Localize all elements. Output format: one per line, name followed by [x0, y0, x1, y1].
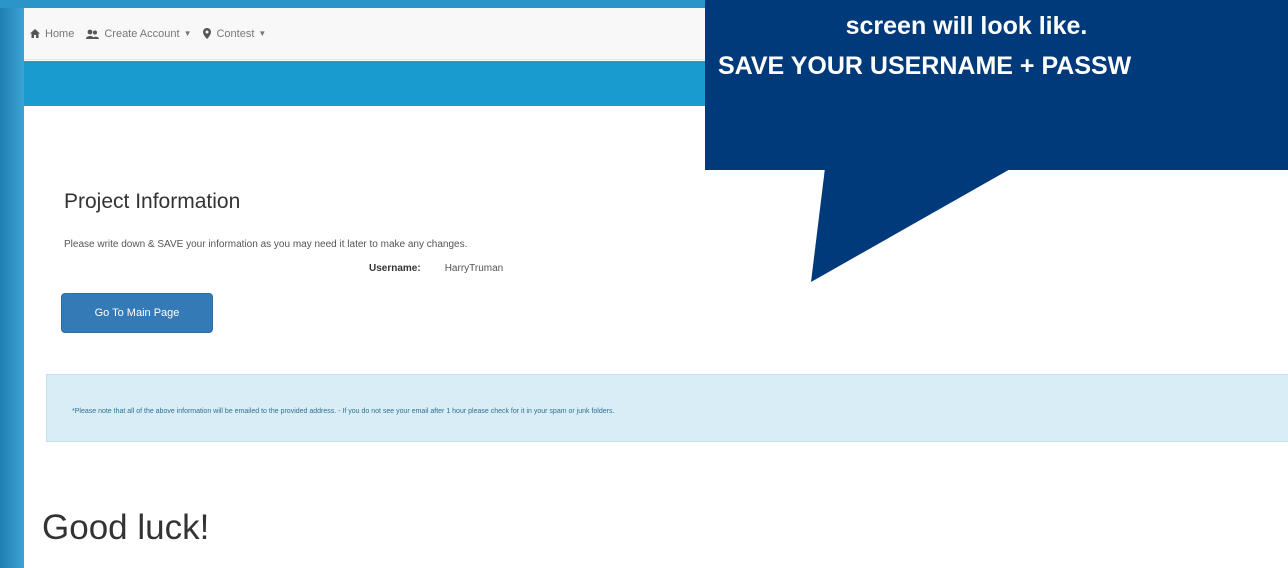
username-value: HarryTruman [444, 263, 504, 274]
username-row: Username: HarryTruman [369, 263, 503, 274]
left-page-border [0, 0, 24, 568]
chevron-down-icon: ▼ [183, 29, 192, 38]
nav-contest-label: Contest [216, 27, 255, 40]
page-title: Project Information [64, 190, 241, 213]
instructions-text: Please write down & SAVE your informatio… [64, 239, 468, 250]
email-notice-alert: *Please note that all of the above infor… [46, 374, 1288, 442]
users-icon [86, 29, 100, 39]
home-icon [30, 29, 40, 38]
good-luck-heading: Good luck! [42, 508, 210, 547]
nav-create-account[interactable]: Create Account ▼ [86, 28, 191, 40]
go-to-main-page-button[interactable]: Go To Main Page [61, 293, 213, 333]
nav-contest[interactable]: Contest ▼ [203, 28, 266, 40]
chevron-down-icon: ▼ [258, 29, 267, 38]
callout-line-1: screen will look like. [845, 12, 1088, 40]
callout-line-2: SAVE YOUR USERNAME + PASSW [718, 52, 1132, 80]
map-marker-icon [203, 28, 212, 39]
username-label: Username: [369, 263, 421, 274]
nav-home-label: Home [45, 27, 75, 40]
nav-create-account-label: Create Account [104, 27, 180, 40]
nav-home[interactable]: Home [30, 28, 74, 40]
